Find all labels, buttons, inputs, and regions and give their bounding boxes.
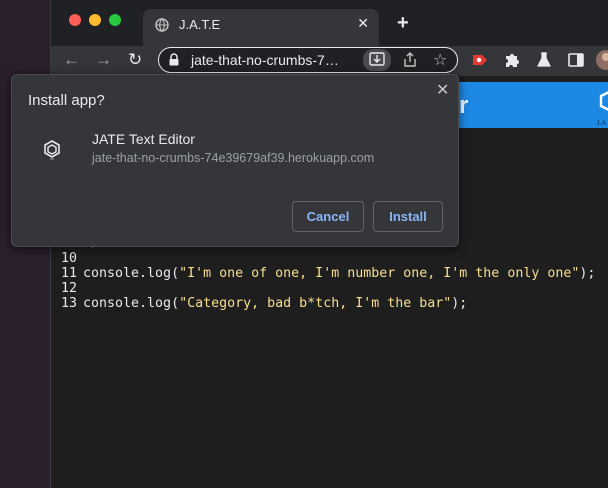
line-code: console.log("I'm one of one, I'm number …: [83, 266, 595, 281]
lock-icon: [169, 53, 179, 66]
header-title-fragment: r: [459, 92, 469, 119]
new-tab-button[interactable]: +: [397, 12, 409, 35]
app-logo-icon: [599, 91, 608, 111]
app-icon: [44, 140, 60, 160]
dialog-app-origin: jate-that-no-crumbs-74e39679af39.herokua…: [92, 151, 375, 165]
reload-icon[interactable]: ↻: [128, 50, 142, 70]
cancel-button[interactable]: Cancel: [292, 201, 364, 232]
tab-title: J.A.T.E: [179, 17, 221, 32]
line-number: 12: [60, 281, 77, 296]
code-token: log: [147, 296, 172, 311]
side-panel-icon[interactable]: [567, 51, 585, 69]
code-token: (: [171, 296, 180, 311]
browser-tab[interactable]: J.A.T.E ✕: [143, 9, 379, 46]
title-bar: J.A.T.E ✕ +: [51, 0, 608, 46]
bookmark-star-icon[interactable]: ☆: [433, 50, 447, 70]
back-arrow-icon[interactable]: ←: [63, 50, 80, 70]
dialog-title: Install app?: [28, 92, 105, 109]
line-number: 11: [60, 266, 77, 281]
line-number: 10: [60, 251, 77, 266]
tab-close-icon[interactable]: ✕: [357, 15, 369, 32]
code-token: log: [147, 266, 172, 281]
share-icon[interactable]: [403, 52, 417, 68]
code-token: "Category, bad b*tch, I'm the bar": [179, 296, 452, 311]
install-app-dialog: Install app? ✕ JATE Text Editor jate-tha…: [11, 74, 459, 247]
line-code: console.log("Category, bad b*tch, I'm th…: [83, 296, 467, 311]
flask-icon[interactable]: [535, 51, 553, 69]
puzzle-icon[interactable]: [503, 51, 521, 69]
code-token: );: [579, 266, 596, 281]
code-token: console.: [83, 296, 148, 311]
install-app-icon[interactable]: [363, 49, 391, 71]
url-text: jate-that-no-crumbs-7…: [191, 52, 339, 68]
code-token: (: [171, 266, 180, 281]
header-logo-text: J.A: [596, 120, 607, 127]
close-window-button[interactable]: [69, 14, 81, 26]
forward-arrow-icon[interactable]: →: [95, 50, 112, 70]
code-token: console.: [83, 266, 148, 281]
line-number: 13: [60, 296, 77, 311]
minimize-window-button[interactable]: [89, 14, 101, 26]
avatar[interactable]: [595, 49, 608, 71]
code-token: "I'm one of one, I'm number one, I'm the…: [179, 266, 580, 281]
globe-icon: [155, 18, 169, 32]
dialog-close-icon[interactable]: ✕: [436, 80, 449, 100]
install-button[interactable]: Install: [373, 201, 443, 232]
code-token: );: [451, 296, 468, 311]
extension-record-icon[interactable]: [471, 51, 489, 69]
dialog-app-name: JATE Text Editor: [92, 131, 195, 147]
maximize-window-button[interactable]: [109, 14, 121, 26]
address-bar[interactable]: jate-that-no-crumbs-7… ☆: [158, 47, 458, 73]
browser-toolbar: ← → ↻ jate-that-no-crumbs-7… ☆: [51, 46, 608, 76]
